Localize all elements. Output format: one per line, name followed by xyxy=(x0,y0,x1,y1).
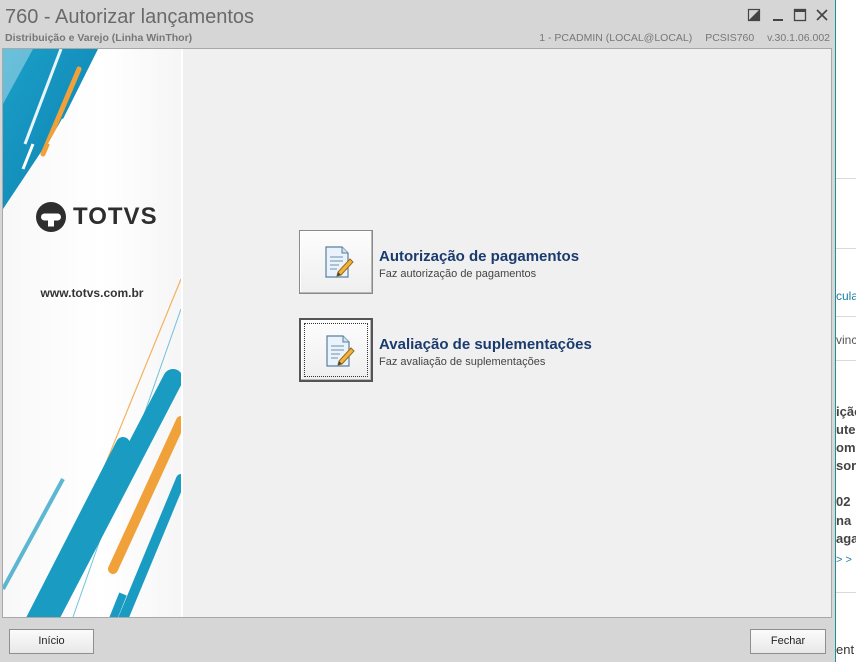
bg-text-fragment: na xyxy=(836,513,852,528)
totvs-logo-text: TOTVS xyxy=(73,203,158,230)
window-title: 760 - Autorizar lançamentos xyxy=(5,6,255,28)
action-description: Faz avaliação de suplementações xyxy=(379,356,546,368)
background-window: cula vinc ição ute omi sor 02 na aga > >… xyxy=(836,0,856,662)
totvs-logo: TOTVS xyxy=(35,201,158,233)
autorizacao-pagamentos-button[interactable] xyxy=(299,230,373,294)
website-label: www.totvs.com.br xyxy=(40,286,144,300)
bg-text-fragment: 02 xyxy=(836,494,851,509)
divider xyxy=(836,592,856,593)
action-label[interactable]: Autorização de pagamentos xyxy=(379,248,579,265)
bg-text-fragment: cula xyxy=(836,289,856,303)
session-info: 1 - PCADMIN (LOCAL@LOCAL) PCSIS760 v.30.… xyxy=(529,32,830,44)
avaliacao-suplementacoes-button[interactable] xyxy=(299,318,373,382)
version-label: v.30.1.06.002 xyxy=(767,32,830,44)
action-label[interactable]: Avaliação de suplementações xyxy=(379,336,592,353)
banner-decoration xyxy=(3,49,181,617)
bg-text-fragment: ição xyxy=(836,404,856,419)
totvs-logo-icon xyxy=(36,202,66,232)
action-description: Faz autorização de pagamentos xyxy=(379,268,537,280)
module-label: PCSIS760 xyxy=(705,32,755,44)
maximize-icon[interactable] xyxy=(792,7,808,23)
divider xyxy=(836,360,856,361)
bg-text-fragment: ute xyxy=(836,422,856,437)
inicio-button[interactable]: Início xyxy=(9,629,94,654)
bg-text-fragment: aga xyxy=(836,531,856,546)
content-area: TOTVS www.totvs.com.br Autorização de pa… xyxy=(2,48,832,618)
close-icon[interactable] xyxy=(814,7,830,23)
fechar-button[interactable]: Fechar xyxy=(750,629,826,654)
user-label: 1 - PCADMIN (LOCAL@LOCAL) xyxy=(539,32,693,44)
edit-document-icon xyxy=(325,246,354,278)
title-bar[interactable]: 760 - Autorizar lançamentos Distribuição… xyxy=(0,0,835,46)
bg-text-fragment: omi xyxy=(836,440,856,455)
window-subtitle: Distribuição e Varejo (Linha WinThor) xyxy=(5,32,193,44)
bg-link-fragment[interactable]: > > xyxy=(836,554,852,566)
minimize-icon[interactable] xyxy=(770,7,786,23)
totvs-banner: TOTVS www.totvs.com.br xyxy=(3,49,183,617)
bg-text-fragment: sor xyxy=(836,458,856,473)
divider xyxy=(836,178,856,179)
divider xyxy=(836,248,856,249)
edit-document-icon xyxy=(326,335,355,367)
bg-text-fragment: vinc xyxy=(836,333,856,347)
restore-icon[interactable] xyxy=(746,7,762,23)
divider xyxy=(836,316,856,317)
bg-text-fragment: ent xyxy=(836,642,855,657)
main-window: 760 - Autorizar lançamentos Distribuição… xyxy=(0,0,836,662)
